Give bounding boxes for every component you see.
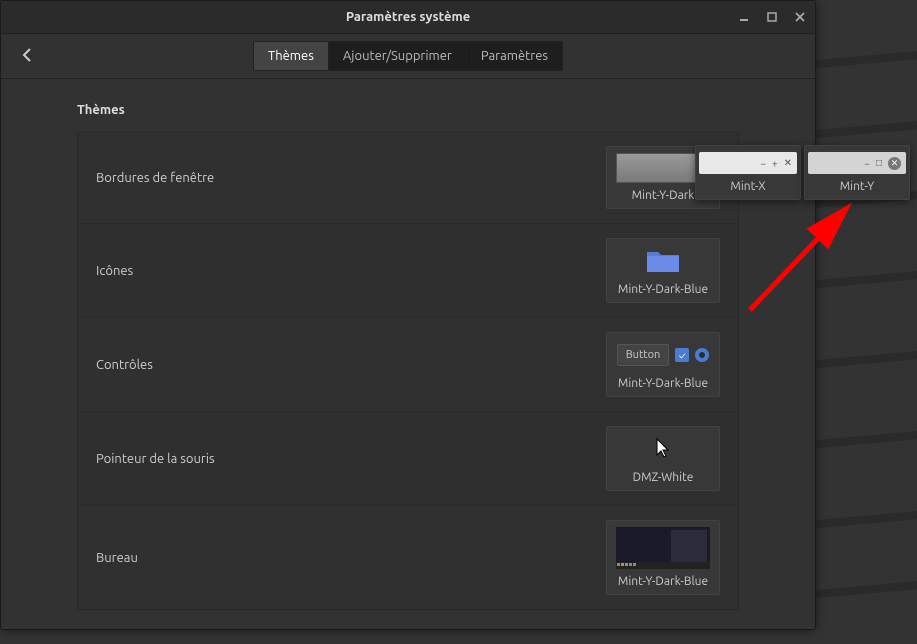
controls-preview-icon: Button ✓ [616,339,710,371]
icons-theme-name: Mint-Y-Dark-Blue [618,283,708,296]
row-label-icons: Icônes [96,264,133,278]
row-label-desktop: Bureau [96,551,138,565]
row-window-borders: Bordures de fenêtre Mint-Y-Dark [77,131,739,224]
tab-settings[interactable]: Paramètres [467,42,562,70]
row-cursor: Pointeur de la souris DMZ-White [77,411,739,506]
close-icon: ✕ [784,157,792,169]
tab-add-remove[interactable]: Ajouter/Supprimer [329,42,467,70]
desktop-preview-icon [616,527,710,569]
window-controls [737,10,807,24]
close-button[interactable] [793,10,807,24]
theme-option-mint-x[interactable]: − + ✕ Mint-X [695,145,801,200]
border-theme-name: Mint-Y-Dark [632,189,695,202]
controls-theme-name: Mint-Y-Dark-Blue [618,377,708,390]
mint-x-label: Mint-X [730,180,765,193]
tabs-row: Thèmes Ajouter/Supprimer Paramètres [1,34,815,79]
theme-rows: Bordures de fenêtre Mint-Y-Dark Icônes M… [77,131,739,610]
sample-radio-icon [695,348,709,362]
plus-icon: + [772,158,778,169]
mint-y-label: Mint-Y [840,180,875,193]
cursor-icon [616,433,710,465]
maximize-button[interactable] [765,10,779,24]
row-desktop: Bureau Mint-Y-Dark-Blue [77,505,739,610]
row-label-borders: Bordures de fenêtre [96,171,214,185]
back-button[interactable] [19,45,37,68]
selector-desktop[interactable]: Mint-Y-Dark-Blue [606,520,720,595]
window-title: Paramètres système [346,10,470,24]
selector-cursor[interactable]: DMZ-White [606,426,720,491]
mint-y-preview-icon: − □ ✕ [808,152,906,174]
tab-themes[interactable]: Thèmes [254,42,329,70]
sample-checkbox-icon: ✓ [675,348,689,362]
theme-option-mint-y[interactable]: − □ ✕ Mint-Y [804,145,910,200]
folder-icon [616,245,710,277]
content-area: Thèmes Bordures de fenêtre Mint-Y-Dark I… [1,79,815,629]
selector-controls[interactable]: Button ✓ Mint-Y-Dark-Blue [606,332,720,397]
close-icon: ✕ [888,157,901,170]
selector-icons[interactable]: Mint-Y-Dark-Blue [606,238,720,303]
row-controls: Contrôles Button ✓ Mint-Y-Dark-Blue [77,317,739,412]
sample-button: Button [617,344,670,366]
minimize-icon: − [760,158,766,169]
desktop-theme-name: Mint-Y-Dark-Blue [618,575,708,588]
tab-bar: Thèmes Ajouter/Supprimer Paramètres [253,41,563,71]
row-label-controls: Contrôles [96,358,153,372]
row-icons: Icônes Mint-Y-Dark-Blue [77,223,739,318]
minimize-button[interactable] [737,10,751,24]
maximize-icon: □ [876,157,882,169]
section-title: Thèmes [77,103,739,117]
settings-window: Paramètres système Thèmes Ajouter/Suppri… [0,0,816,630]
mint-x-preview-icon: − + ✕ [699,152,797,174]
titlebar[interactable]: Paramètres système [1,1,815,34]
minimize-icon: − [864,158,870,169]
cursor-theme-name: DMZ-White [633,471,694,484]
row-label-cursor: Pointeur de la souris [96,452,215,466]
